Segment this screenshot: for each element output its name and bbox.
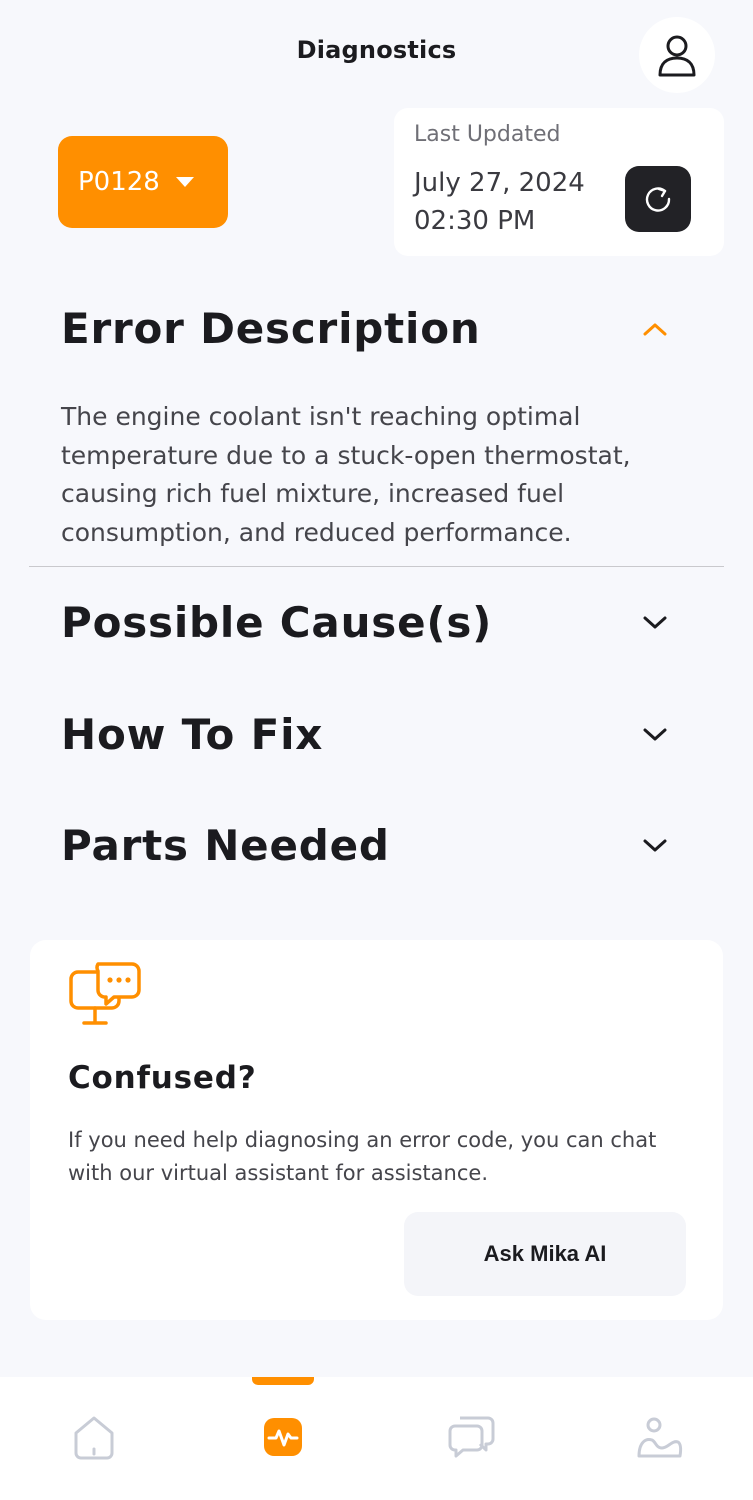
section-title-parts-needed[interactable]: Parts Needed — [61, 821, 390, 870]
help-card: Confused? If you need help diagnosing an… — [30, 940, 723, 1320]
section-title-error-description[interactable]: Error Description — [61, 304, 481, 353]
user-icon — [658, 35, 696, 77]
chevron-down-icon[interactable] — [640, 720, 670, 750]
chevron-down-icon[interactable] — [640, 831, 670, 861]
error-description-text: The engine coolant isn't reaching optima… — [61, 402, 631, 547]
active-tab-indicator — [252, 1377, 314, 1385]
help-card-text: If you need help diagnosing an error cod… — [68, 1128, 657, 1185]
last-updated-time: 02:30 PM — [414, 206, 536, 236]
tab-chat[interactable] — [441, 1407, 501, 1467]
profile-icon — [637, 1417, 683, 1458]
section-divider — [29, 566, 724, 567]
home-icon — [74, 1416, 114, 1460]
chat-monitor-icon — [69, 962, 141, 1025]
error-code-value: P0128 — [78, 167, 160, 197]
last-updated-date: July 27, 2024 — [414, 168, 585, 198]
section-title-possible-causes[interactable]: Possible Cause(s) — [61, 598, 492, 647]
error-code-dropdown[interactable]: P0128 — [58, 136, 228, 228]
caret-down-icon — [175, 177, 194, 187]
section-title-how-to-fix[interactable]: How To Fix — [61, 710, 323, 759]
chevron-up-icon[interactable] — [640, 314, 670, 344]
tab-profile[interactable] — [629, 1407, 689, 1467]
diagnostics-icon — [264, 1418, 302, 1456]
ask-mika-ai-button[interactable]: Ask Mika AI — [404, 1212, 686, 1296]
help-card-title: Confused? — [68, 1060, 257, 1096]
last-updated-label: Last Updated — [414, 122, 561, 147]
chevron-down-icon[interactable] — [640, 608, 670, 638]
bottom-tab-bar — [0, 1377, 753, 1500]
last-updated-datetime: July 27, 2024 02:30 PM — [414, 164, 585, 240]
refresh-button[interactable] — [625, 166, 691, 232]
profile-avatar-button[interactable] — [639, 17, 715, 93]
refresh-icon — [645, 187, 671, 212]
tab-home[interactable] — [64, 1407, 124, 1467]
chat-icon — [448, 1416, 495, 1458]
tab-diagnostics[interactable] — [253, 1407, 313, 1467]
last-updated-card: Last Updated July 27, 2024 02:30 PM — [394, 108, 724, 256]
